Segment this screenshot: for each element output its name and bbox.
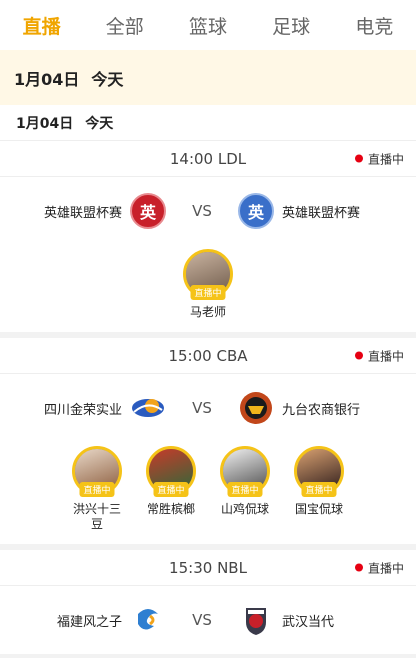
live-status: 直播中	[354, 150, 404, 167]
live-dot-icon	[354, 563, 363, 572]
match-card[interactable]: 15:30 NBL 直播中 福建风之子 VS 武汉当代	[0, 550, 416, 654]
live-status-label: 直播中	[367, 561, 404, 575]
streamer-list: 直播中 洪兴十三豆 直播中 常胜槟榔 直播中 山鸡侃球 直播中 国宝侃球	[0, 442, 416, 544]
vs-label: VS	[192, 399, 212, 417]
avatar: 直播中	[146, 446, 196, 497]
away-team-name: 武汉当代	[282, 614, 335, 630]
away-team-name: 九台农商银行	[282, 402, 361, 418]
streamer-list: 直播中 马老师	[0, 245, 416, 332]
live-status: 直播中	[354, 347, 404, 364]
streamer-name: 马老师	[189, 305, 226, 319]
live-dot-icon	[354, 351, 363, 360]
avatar: 直播中	[72, 446, 122, 497]
streamer-card[interactable]: 直播中 马老师	[182, 249, 234, 320]
match-teams: 英雄联盟杯赛 英 VS 英 英雄联盟杯赛	[0, 177, 416, 245]
streamer-card[interactable]: 直播中 国宝侃球	[293, 446, 345, 532]
live-badge: 直播中	[79, 482, 115, 497]
away-team-logo	[238, 602, 274, 638]
match-header: 15:00 CBA 直播中	[0, 338, 416, 374]
away-team-logo-text: 英	[247, 203, 264, 222]
live-badge: 直播中	[153, 482, 189, 497]
tab-live[interactable]: 直播	[17, 12, 67, 39]
match-card[interactable]: 14:00 LDL 直播中 英雄联盟杯赛 英 VS 英 英雄联盟杯赛 直播中 马…	[0, 141, 416, 332]
vs-label: VS	[192, 202, 212, 220]
streamer-name: 洪兴十三豆	[72, 502, 121, 531]
match-time: 15:00	[168, 346, 212, 365]
match-header: 14:00 LDL 直播中	[0, 141, 416, 177]
live-badge: 直播中	[301, 482, 337, 497]
sticky-date-text: 1月04日	[14, 69, 80, 89]
away-team-name: 英雄联盟杯赛	[282, 205, 361, 221]
tab-esports[interactable]: 电竞	[349, 12, 399, 39]
live-dot-icon	[354, 154, 363, 163]
streamer-card[interactable]: 直播中 洪兴十三豆	[71, 446, 123, 532]
live-badge: 直播中	[190, 285, 226, 300]
vs-label: VS	[192, 611, 212, 629]
match-league: LDL	[217, 149, 247, 168]
home-team-name: 四川金荣实业	[43, 402, 122, 418]
streamer-name: 国宝侃球	[294, 502, 343, 516]
streamer-name: 常胜槟榔	[146, 502, 195, 516]
streamer-card[interactable]: 直播中 常胜槟榔	[145, 446, 197, 532]
avatar: 直播中	[294, 446, 344, 497]
match-league: CBA	[216, 346, 248, 365]
avatar: 直播中	[220, 446, 270, 497]
match-teams: 福建风之子 VS 武汉当代	[0, 586, 416, 654]
date-row: 1月04日 今天	[0, 105, 416, 141]
category-tabs: 直播 全部 篮球 足球 电竞	[0, 0, 416, 50]
home-team-logo-text: 英	[139, 203, 156, 222]
home-team-name: 福建风之子	[56, 614, 122, 630]
live-status-label: 直播中	[367, 152, 404, 166]
tab-basketball[interactable]: 篮球	[183, 12, 233, 39]
match-time: 14:00	[169, 149, 214, 168]
home-team-logo	[130, 602, 166, 638]
match-teams: 四川金荣实业 VS 九台农商银行	[0, 374, 416, 442]
home-team-logo	[130, 390, 166, 426]
day-text: 今天	[85, 115, 114, 132]
live-status-label: 直播中	[367, 349, 404, 363]
sticky-date-header: 1月04日 今天	[0, 50, 416, 105]
avatar: 直播中	[183, 249, 233, 300]
match-time: 15:30	[169, 558, 213, 577]
tab-football[interactable]: 足球	[266, 12, 316, 39]
home-team-name: 英雄联盟杯赛	[43, 205, 122, 221]
home-team-logo: 英	[130, 193, 166, 229]
match-league: NBL	[217, 558, 247, 577]
match-card[interactable]: 15:00 CBA 直播中 四川金荣实业 VS 九台农商银行 直播中 洪兴十三豆…	[0, 338, 416, 544]
sticky-day-text: 今天	[91, 69, 124, 89]
streamer-card[interactable]: 直播中 山鸡侃球	[219, 446, 271, 532]
away-team-logo: 英	[238, 193, 274, 229]
date-text: 1月04日	[16, 115, 74, 132]
match-header: 15:30 NBL 直播中	[0, 550, 416, 586]
tab-all[interactable]: 全部	[100, 12, 150, 39]
live-badge: 直播中	[227, 482, 263, 497]
streamer-name: 山鸡侃球	[220, 502, 269, 516]
live-status: 直播中	[354, 559, 404, 576]
away-team-logo	[238, 390, 274, 426]
